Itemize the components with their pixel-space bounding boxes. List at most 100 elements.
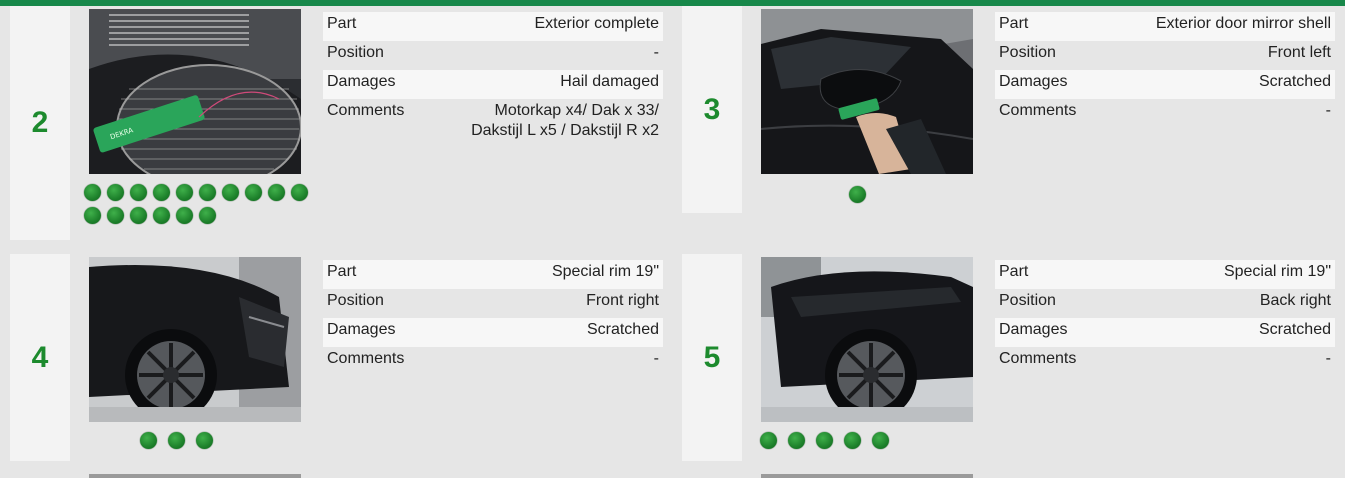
damage-number-column: 5 [682,254,742,461]
position-label: Position [327,292,384,309]
position-row: Position Front left [995,41,1335,70]
photo-pager-dot[interactable] [130,184,147,201]
damages-label: Damages [327,321,396,338]
photo-pager-dots [849,186,889,203]
damages-row: Damages Scratched [995,318,1335,347]
damage-number: 4 [31,340,49,374]
position-row: Position Back right [995,289,1335,318]
comments-label: Comments [999,102,1077,119]
photo-pager-dots [84,184,314,224]
damage-photo[interactable] [761,9,973,174]
comments-value: - [1325,102,1331,119]
photo-pager-dot[interactable] [291,184,308,201]
photo-pager-dot[interactable] [196,432,213,449]
photo-pager-dot[interactable] [140,432,157,449]
comments-label: Comments [999,350,1077,367]
damage-card-5: 5 Part Special rim 19" Position Back rig… [682,254,1342,461]
damage-card-3: 3 Part Exterior door mirror shell Positi… [682,6,1342,213]
rear-wheel-photo [761,257,973,422]
damage-photo[interactable] [89,257,301,422]
position-row: Position - [323,41,663,70]
part-value: Exterior door mirror shell [1155,15,1331,32]
photo-pager-dot[interactable] [176,207,193,224]
position-value: Back right [1259,292,1331,309]
comments-value: Motorkap x4/ Dak x 33/ Dakstijl L x5 / D… [471,102,659,139]
photo-pager-dot[interactable] [760,432,777,449]
part-label: Part [327,15,357,32]
car-roof-with-tag-photo: DEKRA [89,9,301,174]
photo-pager-dot[interactable] [84,184,101,201]
damages-row: Damages Scratched [995,70,1335,99]
comments-row: Comments - [995,99,1335,128]
photo-pager-dots [760,432,920,449]
photo-pager-dot[interactable] [245,184,262,201]
damages-value: Scratched [1258,73,1331,90]
position-value: - [653,44,659,61]
photo-pager-dot[interactable] [222,184,239,201]
photo-pager-dot[interactable] [199,207,216,224]
damage-details-table: Part Special rim 19" Position Front righ… [323,260,663,376]
damages-label: Damages [999,73,1068,90]
position-label: Position [999,292,1056,309]
damage-number-column: 2 [10,6,70,240]
damage-number-column: 4 [10,254,70,461]
damage-number: 5 [703,340,721,374]
damage-details-table: Part Special rim 19" Position Back right… [995,260,1335,376]
photo-pager-dot[interactable] [872,432,889,449]
next-photo-edge [89,474,301,478]
damage-details-table: Part Exterior door mirror shell Position… [995,12,1335,128]
damage-number: 2 [31,106,49,139]
photo-pager-dot[interactable] [107,207,124,224]
photo-pager-dot[interactable] [168,432,185,449]
comments-row: Comments - [995,347,1335,376]
photo-pager-dot[interactable] [199,184,216,201]
part-row: Part Special rim 19" [323,260,663,289]
damage-photo[interactable]: DEKRA [89,9,301,174]
photo-pager-dots [140,432,240,449]
photo-pager-dot[interactable] [153,184,170,201]
front-wheel-photo [89,257,301,422]
photo-pager-dot[interactable] [130,207,147,224]
photo-pager-dot[interactable] [268,184,285,201]
damage-card-4: 4 Part Special rim 19" Position Front ri… [10,254,670,461]
position-value: Front right [586,292,659,309]
part-label: Part [999,15,1029,32]
part-label: Part [999,263,1029,280]
damage-details-table: Part Exterior complete Position - Damage… [323,12,663,143]
damage-card-2: 2 DEKRA Part Exterior complete Position … [10,6,670,240]
photo-pager-dot[interactable] [84,207,101,224]
comments-label: Comments [327,102,405,119]
part-row: Part Special rim 19" [995,260,1335,289]
damage-photo[interactable] [761,257,973,422]
comments-value: - [1325,350,1331,367]
door-mirror-photo [761,9,973,174]
comments-row: Comments Motorkap x4/ Dak x 33/ Dakstijl… [323,99,663,143]
position-value: Front left [1267,44,1331,61]
damages-value: Scratched [586,321,659,338]
damage-number-column: 3 [682,6,742,213]
photo-pager-dot[interactable] [844,432,861,449]
damages-label: Damages [999,321,1068,338]
damages-row: Damages Hail damaged [323,70,663,99]
part-row: Part Exterior door mirror shell [995,12,1335,41]
photo-pager-dot[interactable] [153,207,170,224]
part-value: Special rim 19" [551,263,659,280]
photo-pager-dot[interactable] [107,184,124,201]
part-value: Special rim 19" [1223,263,1331,280]
damages-value: Scratched [1258,321,1331,338]
photo-pager-dot[interactable] [788,432,805,449]
next-photo-edge [761,474,973,478]
damage-number: 3 [703,92,721,126]
damages-row: Damages Scratched [323,318,663,347]
part-value: Exterior complete [534,15,660,32]
position-label: Position [999,44,1056,61]
photo-pager-dot[interactable] [176,184,193,201]
damages-label: Damages [327,73,396,90]
comments-label: Comments [327,350,405,367]
photo-pager-dot[interactable] [849,186,866,203]
photo-pager-dot[interactable] [816,432,833,449]
damages-value: Hail damaged [560,73,659,90]
part-row: Part Exterior complete [323,12,663,41]
position-label: Position [327,44,384,61]
comments-value: - [653,350,659,367]
